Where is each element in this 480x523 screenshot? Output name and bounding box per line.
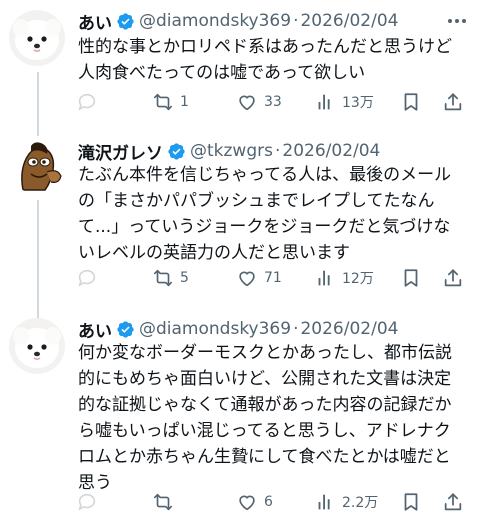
bookmark-icon xyxy=(404,93,418,111)
bookmark-button[interactable] xyxy=(400,91,422,113)
reply-icon xyxy=(78,493,96,511)
bookmark-icon xyxy=(404,493,418,511)
verified-badge-icon xyxy=(117,320,134,338)
share-icon xyxy=(444,93,462,111)
verified-badge-icon xyxy=(117,12,134,30)
post-date[interactable]: 2026/02/04 xyxy=(282,141,380,161)
bookmark-button[interactable] xyxy=(400,267,422,289)
avatar[interactable] xyxy=(9,138,65,194)
share-icon xyxy=(444,493,462,511)
view-count: 13万 xyxy=(342,95,374,111)
reply-button[interactable] xyxy=(76,491,104,513)
share-button[interactable] xyxy=(442,491,464,513)
views-bar-chart-icon xyxy=(318,270,330,286)
horse-cartoon-avatar-icon xyxy=(9,138,65,194)
share-icon xyxy=(444,269,462,287)
like-button[interactable]: 71 xyxy=(236,267,282,289)
retweet-button[interactable]: 5 xyxy=(152,267,189,289)
views-bar-chart-icon xyxy=(318,494,330,510)
retweet-button[interactable] xyxy=(152,491,180,513)
tweet-1[interactable]: あい @diamondsky369 · 2026/02/04 性的な事とかロリペ… xyxy=(0,0,480,120)
white-dog-avatar-icon xyxy=(9,10,65,66)
tweet-text: たぶん本件を信じちゃってる人は、最後のメール の「まさかパパブッシュまでレイプし… xyxy=(78,165,452,263)
reply-icon xyxy=(78,269,96,287)
more-options-icon[interactable] xyxy=(446,10,468,32)
retweet-count: 1 xyxy=(180,94,189,110)
like-button[interactable]: 6 xyxy=(236,491,273,513)
bookmark-icon xyxy=(404,269,418,287)
tweet-3[interactable]: あい @diamondsky369 · 2026/02/04 何か変なボーダーモ… xyxy=(0,310,480,523)
retweet-button[interactable]: 1 xyxy=(152,91,189,113)
heart-icon xyxy=(239,271,255,287)
tweet-2[interactable]: 滝沢ガレソ @tkzwgrs · 2026/02/04 たぶん本件を信じちゃって… xyxy=(0,130,480,300)
user-handle[interactable]: @diamondsky369 xyxy=(139,319,291,339)
views-button[interactable]: 12万 xyxy=(314,267,374,289)
action-bar: 5 71 12万 xyxy=(70,264,472,292)
action-bar: 6 2.2万 xyxy=(70,488,472,516)
separator-dot: · xyxy=(293,319,299,339)
tweet-text: 何か変なボーダーモスクとかあったし、都市伝説 的にもめちゃ面白いけど、公開された… xyxy=(78,343,452,493)
view-count: 2.2万 xyxy=(342,495,379,511)
separator-dot: · xyxy=(293,11,299,31)
reply-button[interactable] xyxy=(76,91,104,113)
view-count: 12万 xyxy=(342,271,374,287)
verified-badge-icon xyxy=(168,142,185,160)
reply-icon xyxy=(78,93,96,111)
views-button[interactable]: 2.2万 xyxy=(314,491,378,513)
like-count: 6 xyxy=(264,494,273,510)
retweet-icon xyxy=(153,493,173,511)
like-count: 71 xyxy=(264,270,282,286)
bookmark-button[interactable] xyxy=(400,491,422,513)
retweet-count: 5 xyxy=(180,270,189,286)
separator-dot: · xyxy=(274,141,281,161)
user-handle[interactable]: @diamondsky369 xyxy=(139,11,291,31)
share-button[interactable] xyxy=(442,267,464,289)
heart-icon xyxy=(239,95,255,111)
display-name[interactable]: あい xyxy=(78,9,112,34)
reply-button[interactable] xyxy=(76,267,104,289)
white-dog-avatar-icon xyxy=(9,318,65,374)
views-button[interactable]: 13万 xyxy=(314,91,374,113)
action-bar: 1 33 13万 xyxy=(70,88,472,116)
like-count: 33 xyxy=(264,94,282,110)
like-button[interactable]: 33 xyxy=(236,91,282,113)
post-date[interactable]: 2026/02/04 xyxy=(300,319,398,339)
avatar[interactable] xyxy=(9,318,65,374)
display-name[interactable]: 滝沢ガレソ xyxy=(78,139,163,164)
avatar[interactable] xyxy=(9,10,65,66)
post-date[interactable]: 2026/02/04 xyxy=(300,11,398,31)
share-button[interactable] xyxy=(442,91,464,113)
retweet-icon xyxy=(153,93,173,111)
views-bar-chart-icon xyxy=(318,94,330,110)
user-handle[interactable]: @tkzwgrs xyxy=(190,141,273,161)
heart-icon xyxy=(239,495,255,511)
display-name[interactable]: あい xyxy=(78,317,112,342)
retweet-icon xyxy=(153,269,173,287)
tweet-text: 性的な事とかロリペド系はあったんだと思うけど 人肉食べたってのは嘘であって欲しい xyxy=(78,37,452,83)
